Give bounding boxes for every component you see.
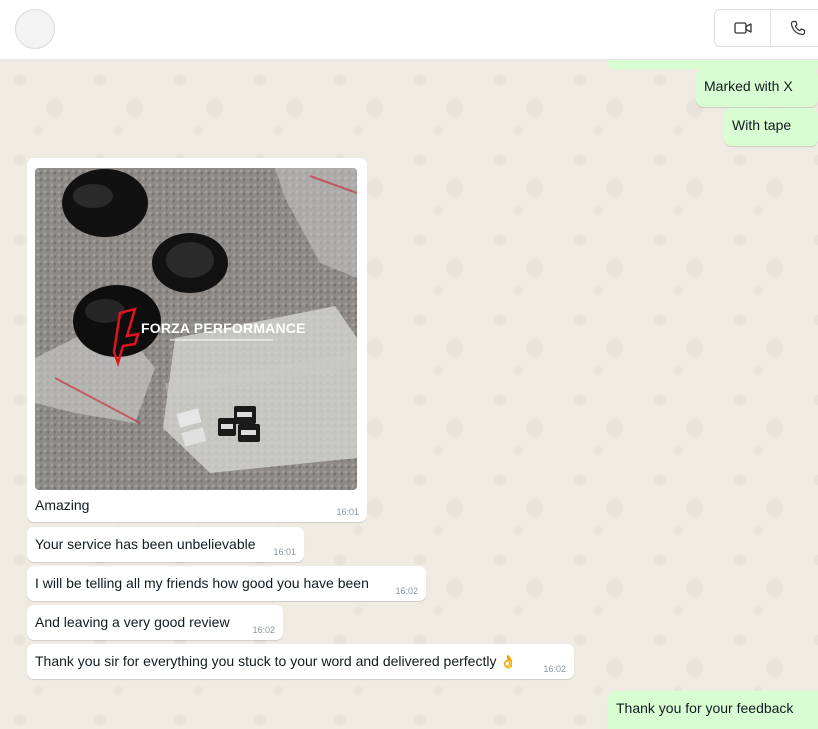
- message-timestamp: 16:01: [336, 507, 359, 517]
- message-timestamp: 16:01: [273, 547, 296, 557]
- call-buttons: [714, 9, 818, 47]
- image-message[interactable]: FORZA PERFORMANCE Amazing 16:01: [27, 158, 367, 522]
- incoming-message[interactable]: I will be telling all my friends how goo…: [27, 566, 426, 601]
- message-timestamp: 16:02: [543, 664, 566, 674]
- video-call-button[interactable]: [715, 10, 771, 46]
- contact-avatar[interactable]: [15, 9, 55, 49]
- outgoing-message[interactable]: Marked with X: [696, 69, 818, 107]
- message-text: Your service has been unbelievable: [35, 536, 256, 552]
- message-text-body: Thank you sir for everything you stuck t…: [35, 653, 497, 669]
- incoming-message[interactable]: And leaving a very good review 16:02: [27, 605, 283, 640]
- chat-header: [0, 0, 818, 60]
- message-text: Thank you for your feedback: [616, 700, 794, 716]
- incoming-message[interactable]: Thank you sir for everything you stuck t…: [27, 644, 574, 679]
- message-text: Thank you sir for everything you stuck t…: [35, 653, 517, 670]
- incoming-message[interactable]: Your service has been unbelievable 16:01: [27, 527, 304, 562]
- message-text: Marked with X: [704, 78, 793, 94]
- image-caption: Amazing: [35, 497, 90, 513]
- video-camera-icon: [733, 22, 752, 34]
- voice-call-button[interactable]: [770, 10, 818, 46]
- ok-hand-emoji: 👌: [500, 654, 517, 669]
- outgoing-message-fragment: [607, 60, 818, 69]
- message-text: And leaving a very good review: [35, 614, 230, 630]
- message-timestamp: 16:02: [395, 586, 418, 596]
- message-text: With tape: [732, 117, 792, 133]
- outgoing-message[interactable]: Thank you for your feedback: [608, 691, 818, 729]
- outgoing-message[interactable]: With tape: [724, 108, 818, 146]
- shared-photo[interactable]: FORZA PERFORMANCE: [35, 168, 357, 490]
- phone-icon: [790, 20, 805, 36]
- message-timestamp: 16:02: [252, 625, 275, 635]
- message-text: I will be telling all my friends how goo…: [35, 575, 369, 591]
- photo-watermark: FORZA PERFORMANCE: [141, 320, 306, 336]
